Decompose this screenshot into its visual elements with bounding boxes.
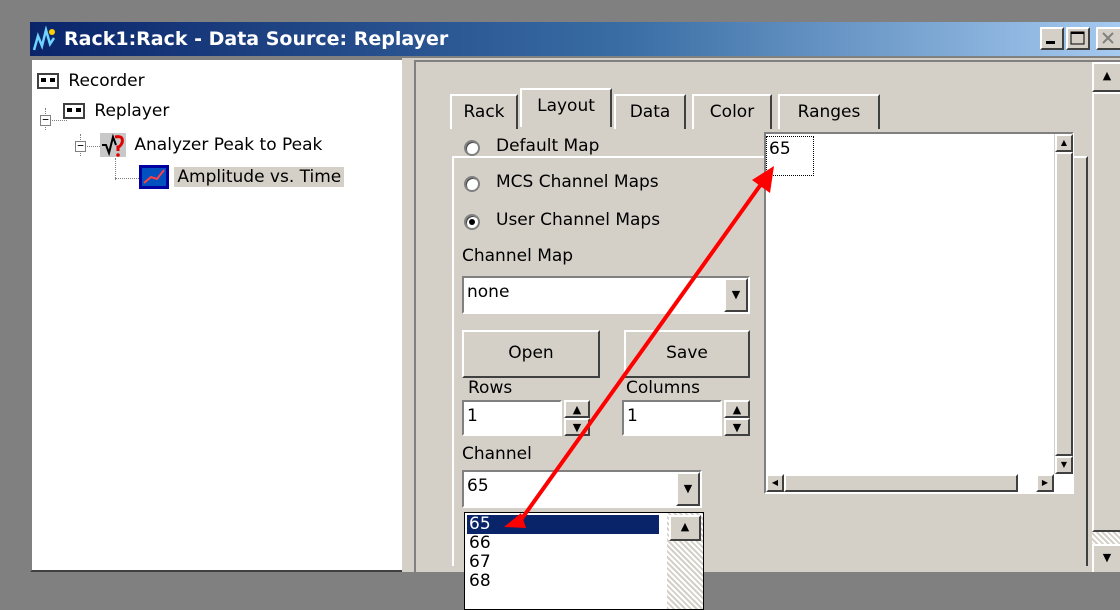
app-window: Rack1:Rack - Data Source: Replayer Recor… [0, 0, 1120, 610]
arrow-shaft [516, 178, 766, 526]
annotation-arrow [504, 166, 774, 528]
